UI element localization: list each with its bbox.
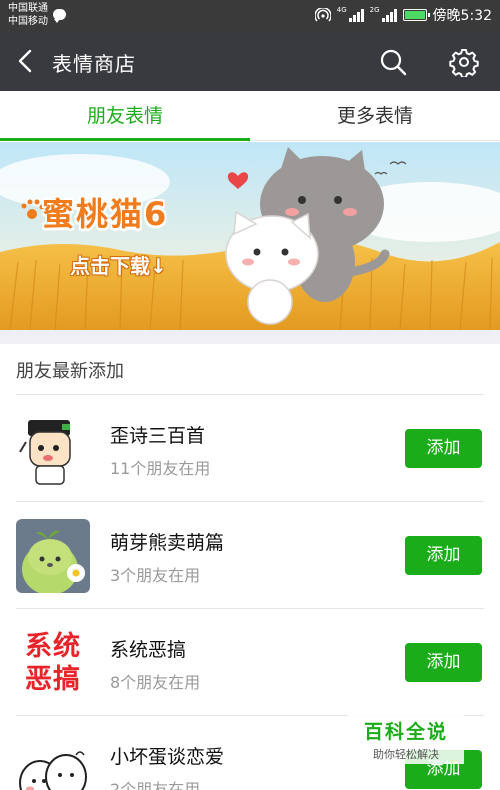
add-button[interactable]: 添加 bbox=[405, 429, 482, 468]
sticker-thumbnail bbox=[16, 519, 90, 593]
network-type-1: 4G bbox=[336, 6, 347, 14]
poet-cartoon-image bbox=[16, 412, 90, 486]
promo-banner[interactable]: 蜜桃猫6 点击下载↓ bbox=[0, 142, 500, 330]
banner-title: 蜜桃猫6 bbox=[42, 195, 169, 233]
friend-count: 11个朋友在用 bbox=[110, 459, 211, 478]
section-gap bbox=[0, 330, 500, 344]
status-bar: 中国联通 中国移动 4G 2G 傍晚5:32 bbox=[0, 0, 500, 32]
tab-bar: 朋友表情 更多表情 bbox=[0, 91, 500, 141]
thumb-text-line-1: 系统 bbox=[25, 631, 81, 662]
text-thumbnail: 系统 恶搞 bbox=[16, 626, 90, 700]
sprout-bear-image bbox=[16, 519, 90, 593]
app-bar: 表情商店 bbox=[0, 32, 500, 91]
carrier-1: 中国联通 bbox=[8, 3, 48, 14]
watermark-title: 百科全说 bbox=[363, 721, 448, 743]
clock: 傍晚5:32 bbox=[432, 8, 492, 24]
section-title: 朋友最新添加 bbox=[16, 361, 124, 382]
list-item[interactable]: 系统 恶搞 系统恶搞 8个朋友在用 添加 bbox=[0, 609, 500, 716]
signal-icon bbox=[348, 8, 364, 22]
chat-bubble-icon bbox=[53, 9, 66, 23]
thumb-text-line-2: 恶搞 bbox=[25, 664, 81, 695]
carrier-2: 中国移动 bbox=[8, 16, 48, 27]
network-type-2: 2G bbox=[369, 6, 380, 14]
sticker-name: 系统恶搞 bbox=[110, 639, 187, 661]
status-icons: 4G 2G 傍晚5:32 bbox=[314, 5, 492, 25]
carrier-info: 中国联通 中国移动 bbox=[8, 2, 48, 28]
hotspot-icon bbox=[314, 8, 331, 22]
add-button[interactable]: 添加 bbox=[405, 536, 482, 575]
sticker-thumbnail bbox=[16, 733, 90, 790]
tab-friends-stickers[interactable]: 朋友表情 bbox=[0, 91, 250, 141]
list-item[interactable]: 萌芽熊卖萌篇 3个朋友在用 添加 bbox=[0, 502, 500, 609]
search-icon[interactable] bbox=[378, 47, 408, 77]
page-title: 表情商店 bbox=[52, 52, 136, 76]
gear-icon[interactable] bbox=[449, 47, 479, 77]
watermark-subtitle: 助你轻松解决 bbox=[373, 748, 439, 761]
egg-couple-image bbox=[16, 733, 90, 790]
sticker-thumbnail: 系统 恶搞 bbox=[16, 626, 90, 700]
friend-count: 3个朋友在用 bbox=[110, 566, 201, 585]
watermark: 百科全说 助你轻松解决 bbox=[348, 714, 464, 764]
sticker-name: 小坏蛋谈恋爱 bbox=[110, 746, 225, 768]
battery-icon bbox=[402, 9, 430, 21]
sticker-thumbnail bbox=[16, 412, 90, 486]
friend-count: 2个朋友在用 bbox=[110, 780, 201, 790]
banner-artwork bbox=[0, 142, 500, 330]
banner-download-cta[interactable]: 点击下载↓ bbox=[70, 250, 167, 279]
add-button[interactable]: 添加 bbox=[405, 643, 482, 682]
signal-icon bbox=[381, 8, 397, 22]
sticker-name: 萌芽熊卖萌篇 bbox=[110, 532, 225, 554]
sticker-name: 歪诗三百首 bbox=[110, 425, 206, 447]
tab-more-stickers[interactable]: 更多表情 bbox=[250, 91, 500, 140]
list-item[interactable]: 歪诗三百首 11个朋友在用 添加 bbox=[0, 395, 500, 502]
friend-count: 8个朋友在用 bbox=[110, 673, 201, 692]
back-arrow-icon[interactable] bbox=[14, 48, 38, 74]
